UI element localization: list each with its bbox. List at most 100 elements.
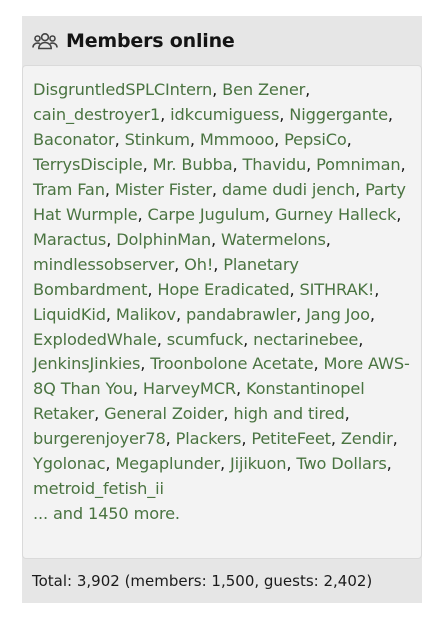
member-separator: , xyxy=(306,154,317,174)
member-separator: , xyxy=(160,104,171,124)
member-link[interactable]: Pomniman xyxy=(316,155,401,174)
member-separator: , xyxy=(346,129,352,149)
member-link[interactable]: Ben Zener xyxy=(222,80,305,99)
member-separator: , xyxy=(374,279,380,299)
member-link[interactable]: nectarinebee xyxy=(253,330,358,349)
member-link[interactable]: Thavidu xyxy=(242,155,306,174)
member-link[interactable]: Maractus xyxy=(33,230,106,249)
member-link[interactable]: DolphinMan xyxy=(116,230,211,249)
more-members-line: ... and 1450 more. xyxy=(33,502,412,527)
member-link[interactable]: Malikov xyxy=(116,305,176,324)
member-separator: , xyxy=(358,329,364,349)
member-separator: , xyxy=(132,379,143,399)
member-link[interactable]: Oh! xyxy=(184,255,213,274)
member-separator: , xyxy=(137,204,148,224)
member-link[interactable]: Mister Fister xyxy=(115,180,212,199)
member-link[interactable]: Watermelons xyxy=(221,230,326,249)
member-separator: , xyxy=(174,254,185,274)
member-link[interactable]: Gurney Halleck xyxy=(275,205,396,224)
member-link[interactable]: Hope Eradicated xyxy=(157,280,289,299)
member-separator: , xyxy=(313,354,324,374)
member-separator: , xyxy=(106,229,117,249)
member-link[interactable]: Mr. Bubba xyxy=(153,155,233,174)
users-icon xyxy=(32,31,58,51)
member-link[interactable]: Tram Fan xyxy=(33,180,105,199)
member-separator: , xyxy=(296,304,307,324)
member-link[interactable]: HarveyMCR xyxy=(143,379,236,398)
member-link[interactable]: Megaplunder xyxy=(115,454,220,473)
member-link[interactable]: SITHRAK! xyxy=(300,280,375,299)
member-link[interactable]: Ygolonac xyxy=(33,454,106,473)
member-separator: , xyxy=(105,304,116,324)
member-separator: , xyxy=(392,429,398,449)
member-separator: , xyxy=(165,429,176,449)
members-list: DisgruntledSPLCIntern, Ben Zener, cain_d… xyxy=(33,78,412,502)
member-separator: , xyxy=(355,179,366,199)
member-separator: , xyxy=(189,129,200,149)
member-separator: , xyxy=(94,404,105,424)
member-separator: , xyxy=(223,404,234,424)
member-link[interactable]: Niggergante xyxy=(289,105,388,124)
member-link[interactable]: Troonbolone Acetate xyxy=(150,354,313,373)
member-link[interactable]: ExplodedWhale xyxy=(33,330,157,349)
member-link[interactable]: Mmmooo xyxy=(200,130,274,149)
member-separator: , xyxy=(344,404,350,424)
online-total: Total: 3,902 (members: 1,500, guests: 2,… xyxy=(32,572,373,590)
member-separator: , xyxy=(140,354,151,374)
member-link[interactable]: Baconator xyxy=(33,130,115,149)
member-link[interactable]: mindlessobserver xyxy=(33,255,174,274)
member-link[interactable]: Plackers xyxy=(176,429,242,448)
member-link[interactable]: Stinkum xyxy=(125,130,190,149)
member-separator: , xyxy=(386,454,392,474)
widget-title: Members online xyxy=(66,29,235,52)
member-separator: , xyxy=(241,429,252,449)
member-link[interactable]: Carpe Jugulum xyxy=(148,205,266,224)
member-separator: , xyxy=(114,129,125,149)
member-separator: , xyxy=(156,329,167,349)
member-separator: , xyxy=(279,104,290,124)
member-link[interactable]: LiquidKid xyxy=(33,305,106,324)
member-link[interactable]: JenkinsJinkies xyxy=(33,354,140,373)
member-link[interactable]: Jijikuon xyxy=(230,454,287,473)
member-link[interactable]: dame dudi jench xyxy=(222,180,355,199)
member-link[interactable]: idkcumiguess xyxy=(170,105,279,124)
member-link[interactable]: cain_destroyer1 xyxy=(33,105,160,124)
member-link[interactable]: PepsiCo xyxy=(284,130,347,149)
member-separator: , xyxy=(243,329,254,349)
member-separator: , xyxy=(264,204,275,224)
member-link[interactable]: General Zoider xyxy=(104,404,223,423)
member-separator: , xyxy=(142,154,153,174)
member-separator: , xyxy=(330,429,341,449)
member-separator: , xyxy=(305,80,311,99)
member-separator: , xyxy=(232,154,243,174)
member-link[interactable]: Two Dollars xyxy=(296,454,386,473)
member-separator: , xyxy=(274,129,285,149)
member-link[interactable]: PetiteFeet xyxy=(251,429,331,448)
member-separator: , xyxy=(220,454,231,474)
member-separator: , xyxy=(211,229,222,249)
member-separator: , xyxy=(211,179,222,199)
member-separator: , xyxy=(400,154,406,174)
member-separator: , xyxy=(396,204,402,224)
members-list-panel: DisgruntledSPLCIntern, Ben Zener, cain_d… xyxy=(22,65,422,559)
more-members-link[interactable]: ... and 1450 more. xyxy=(33,504,180,523)
member-separator: , xyxy=(289,279,300,299)
members-online-widget: Members online DisgruntledSPLCIntern, Be… xyxy=(22,16,422,603)
member-link[interactable]: scumfuck xyxy=(167,330,244,349)
member-link[interactable]: DisgruntledSPLCIntern xyxy=(33,80,212,99)
member-separator: , xyxy=(104,179,115,199)
member-separator: , xyxy=(325,229,331,249)
member-separator: , xyxy=(212,80,223,99)
member-link[interactable]: pandabrawler xyxy=(186,305,296,324)
member-separator: , xyxy=(369,304,375,324)
member-separator: , xyxy=(147,279,158,299)
member-link[interactable]: Jang Joo xyxy=(306,305,370,324)
member-link[interactable]: high and tired xyxy=(233,404,344,423)
member-separator: , xyxy=(387,104,393,124)
member-link[interactable]: Zendir xyxy=(341,429,393,448)
member-link[interactable]: burgerenjoyer78 xyxy=(33,429,166,448)
member-link[interactable]: TerrysDisciple xyxy=(33,155,143,174)
member-separator: , xyxy=(235,379,246,399)
member-link[interactable]: metroid_fetish_ii xyxy=(33,479,164,498)
widget-header: Members online xyxy=(22,16,422,65)
